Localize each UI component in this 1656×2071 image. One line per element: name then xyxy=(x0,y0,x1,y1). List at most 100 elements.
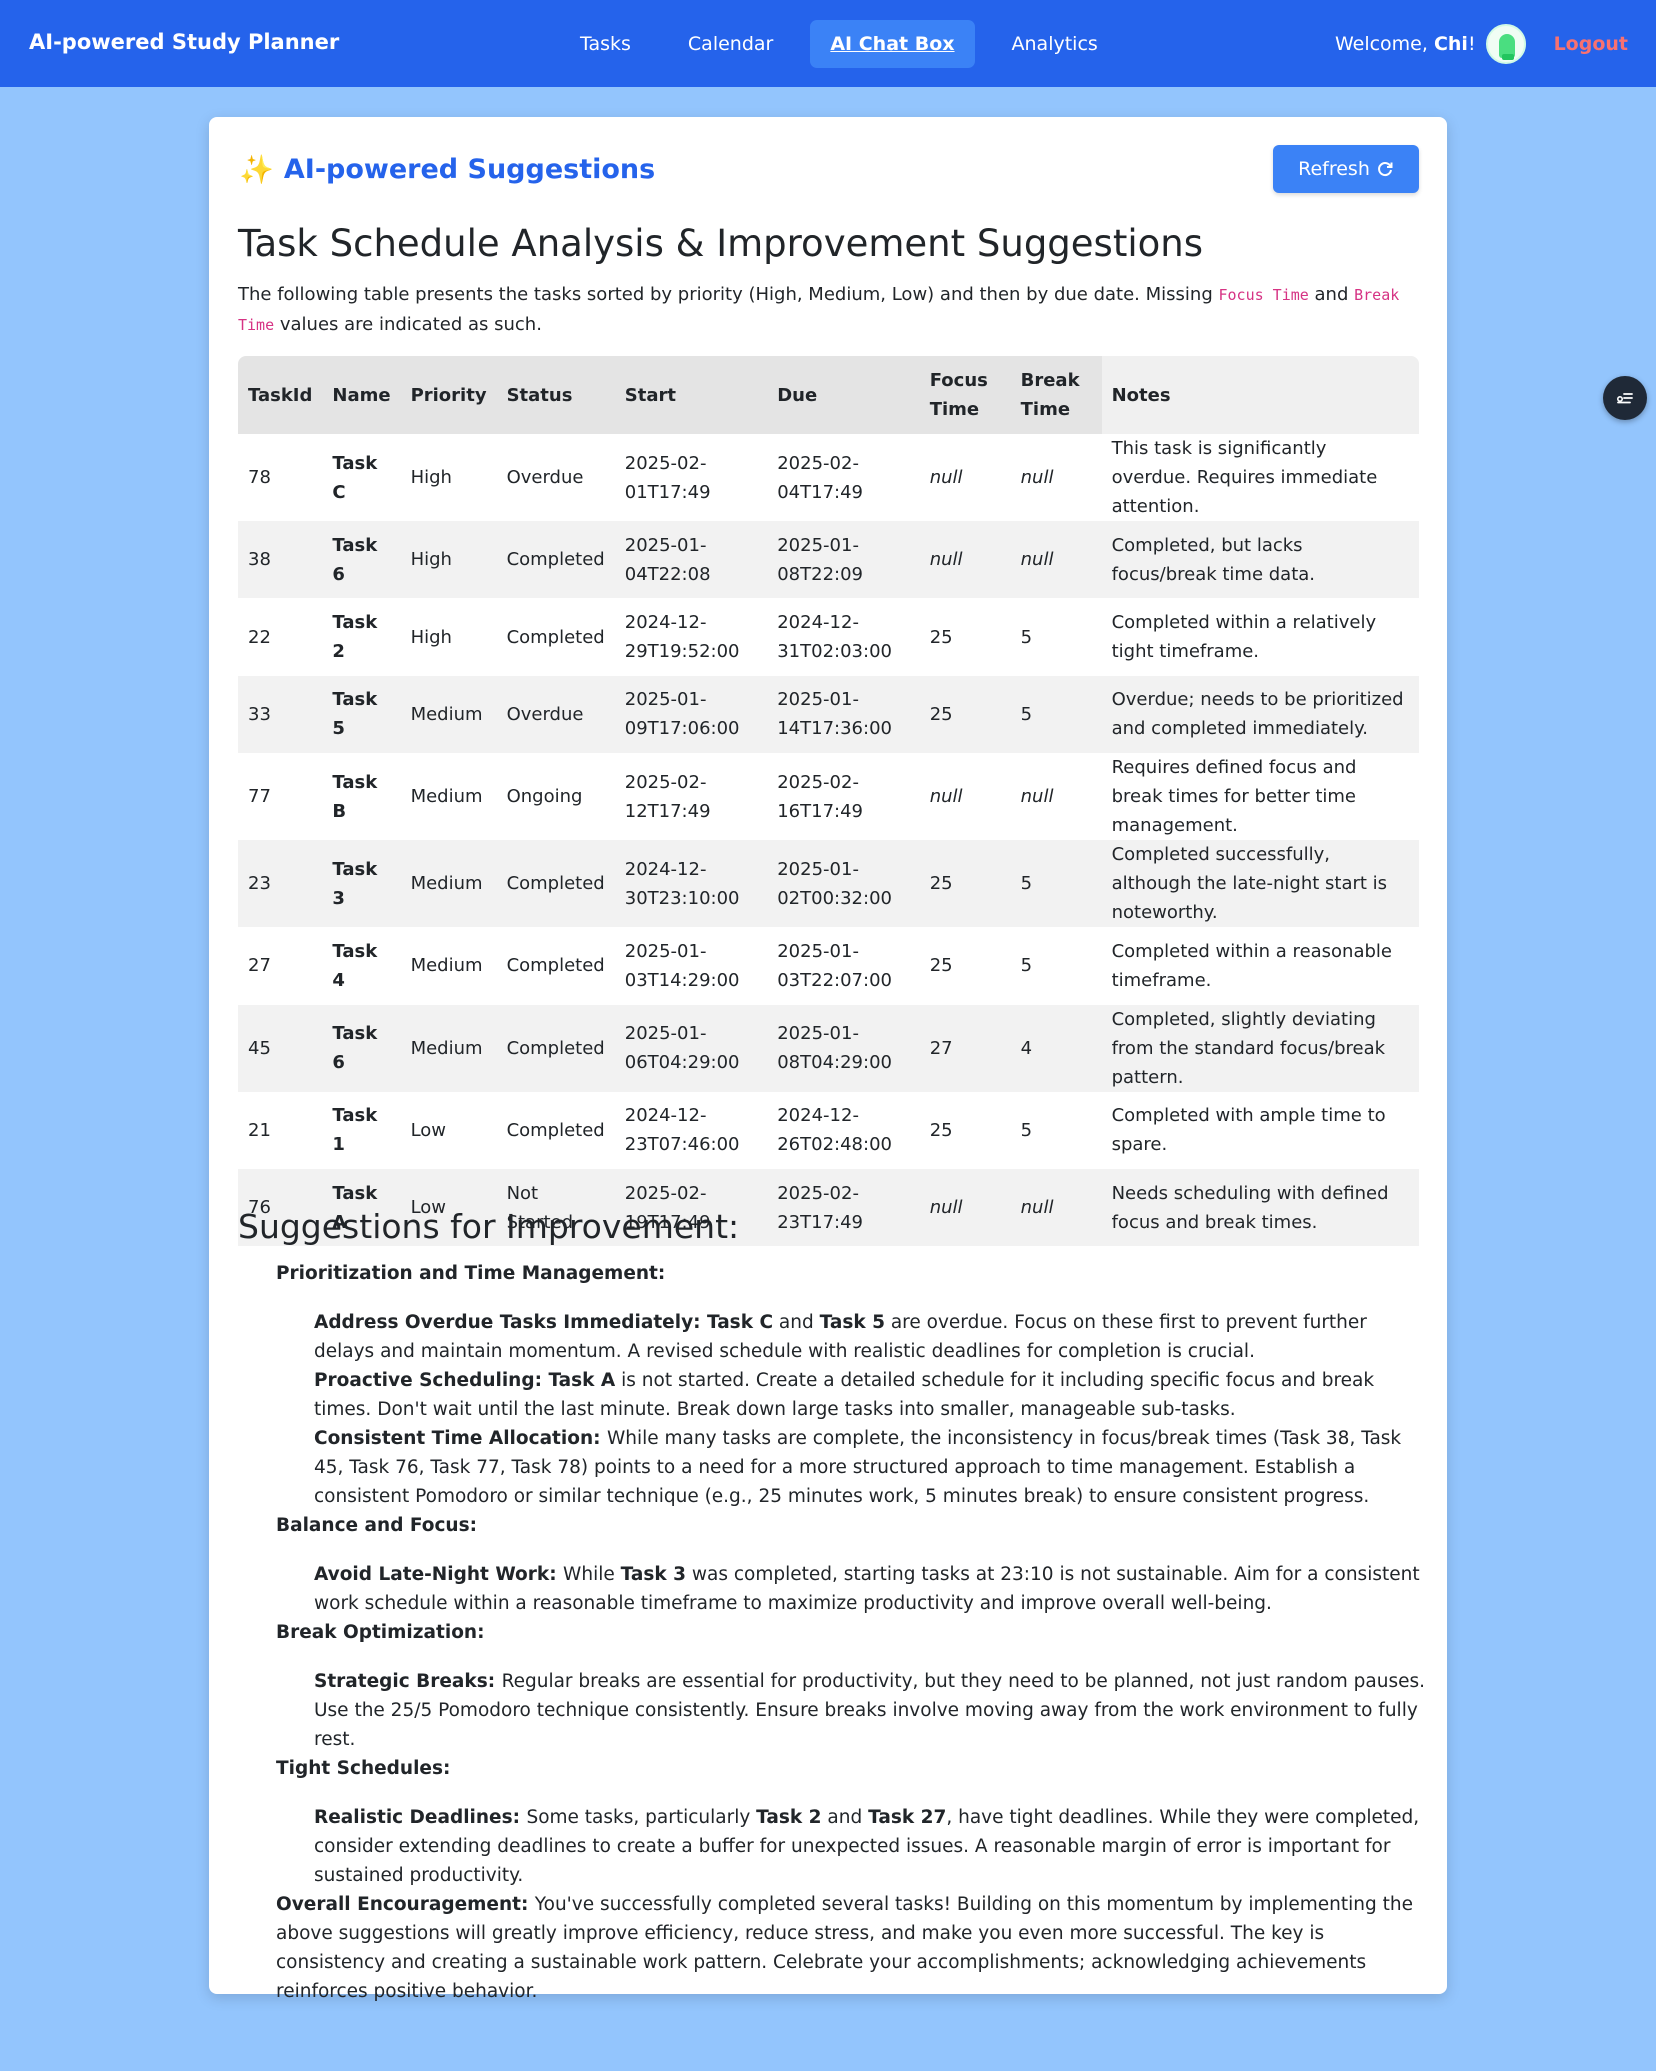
cell-name: Task 4 xyxy=(332,940,378,991)
bold-text: Task 27 xyxy=(868,1807,947,1828)
column-header-focus-time: Focus Time xyxy=(919,356,1011,434)
sparkles-icon: ✨ xyxy=(239,153,274,186)
column-header-start: Start xyxy=(614,356,768,434)
cell-focus: null xyxy=(929,786,963,808)
floating-menu-button[interactable] xyxy=(1603,376,1647,420)
cell-notes: Completed within a reasonable timeframe. xyxy=(1111,940,1392,991)
cell-name: Task 2 xyxy=(332,612,378,663)
intro-text-3: values are indicated as such. xyxy=(274,314,542,335)
cell-break: 5 xyxy=(1010,675,1102,754)
bold-text: Task 2 xyxy=(756,1807,822,1828)
bold-text: Address Overdue Tasks Immediately: xyxy=(314,1312,707,1333)
cell-start: 2025-01-04T22:08 xyxy=(614,521,768,599)
cell-status: Overdue xyxy=(506,467,584,488)
cell-notes: Completed, but lacks focus/break time da… xyxy=(1101,521,1419,599)
cell-priority: Medium xyxy=(410,955,483,977)
cell-name: Task 6 xyxy=(322,521,401,599)
cell-break: 5 xyxy=(1020,1119,1033,1141)
bold-text: Avoid Late-Night Work: xyxy=(314,1564,564,1585)
suggestion-item: Realistic Deadlines: Some tasks, particu… xyxy=(314,1803,1426,1890)
bold-text: Strategic Breaks: xyxy=(314,1671,502,1692)
cell-notes: This task is significantly overdue. Requ… xyxy=(1111,438,1378,517)
suggestion-section-title: Balance and Focus: xyxy=(276,1515,478,1536)
refresh-button[interactable]: Refresh xyxy=(1273,145,1419,193)
cell-id: 23 xyxy=(238,840,323,928)
user-name: Chi xyxy=(1433,33,1468,55)
suggestion-section-title: Break Optimization: xyxy=(276,1622,485,1643)
cell-due: 2024-12-26T02:48:00 xyxy=(777,1105,892,1156)
cell-id: 77 xyxy=(248,786,271,808)
cell-priority: High xyxy=(410,626,452,648)
nav-link-ai-chat-box[interactable]: AI Chat Box xyxy=(810,20,975,68)
cell-start: 2025-01-03T14:29:00 xyxy=(624,940,740,991)
cell-due: 2025-01-08T22:09 xyxy=(767,521,920,599)
suggestion-section-title: Prioritization and Time Management: xyxy=(276,1263,666,1284)
suggestions-list: Prioritization and Time Management: Addre… xyxy=(276,1259,1426,2006)
cell-status: Completed xyxy=(506,626,605,648)
text-run: Some tasks, particularly xyxy=(526,1807,757,1828)
suggestions-heading: Suggestions for Improvement: xyxy=(238,1207,740,1246)
cell-notes: Completed within a relatively tight time… xyxy=(1111,612,1377,663)
cell-break: 5 xyxy=(1010,840,1102,928)
logout-link[interactable]: Logout xyxy=(1554,33,1628,55)
cell-id: 38 xyxy=(238,521,323,599)
suggestions-card: ✨ AI-powered Suggestions Refresh Task Sc… xyxy=(209,117,1447,2002)
column-header-break-time: Break Time xyxy=(1010,356,1102,434)
cell-start: 2025-01-06T04:29:00 xyxy=(614,1004,768,1092)
cell-notes: Completed successfully, although the lat… xyxy=(1101,840,1419,928)
bold-text: Overall Encouragement: xyxy=(276,1894,535,1915)
cell-start: 2025-01-09T17:06:00 xyxy=(614,675,768,754)
avatar[interactable] xyxy=(1485,24,1526,64)
cell-status: Completed xyxy=(496,1004,615,1092)
cell-status: Completed xyxy=(496,521,615,599)
column-header-notes: Notes xyxy=(1101,356,1419,434)
top-navbar: AI-powered Study Planner Tasks Calendar AI… xyxy=(0,0,1656,87)
cell-status: Completed xyxy=(506,955,605,977)
cell-focus: 25 xyxy=(919,675,1011,754)
intro-text-2: and xyxy=(1308,284,1355,305)
intro-text-1: The following table presents the tasks s… xyxy=(238,284,1219,305)
cell-start: 2024-12-23T07:46:00 xyxy=(624,1105,740,1156)
cell-due: 2025-01-03T22:07:00 xyxy=(777,940,892,991)
cell-name: Task 1 xyxy=(332,1105,378,1156)
table-row: 23 Task 3 Medium Completed 2024-12-30T23:10:… xyxy=(238,840,1419,928)
cell-notes: Requires defined focus and break times f… xyxy=(1111,757,1357,837)
refresh-label: Refresh xyxy=(1298,158,1370,180)
cell-name: Task 5 xyxy=(322,675,401,754)
suggestion-section-list: Address Overdue Tasks Immediately: Task … xyxy=(314,1308,1426,1511)
cell-break: null xyxy=(1010,521,1102,599)
cell-break: 4 xyxy=(1010,1004,1102,1092)
cell-break: 5 xyxy=(1020,955,1033,977)
nav-links: Tasks Calendar AI Chat Box Analytics xyxy=(560,20,1135,68)
text-run: and xyxy=(773,1312,820,1333)
table-row: 78 Task C High Overdue 2025-02-01T17:49 2025-… xyxy=(238,434,1419,521)
cell-focus: 25 xyxy=(929,626,953,648)
table-row: 77 Task B Medium Ongoing 2025-02-12T17:49 202… xyxy=(238,753,1419,840)
table-row: 22 Task 2 High Completed 2024-12-29T19:52:00… xyxy=(238,598,1419,675)
cell-break: null xyxy=(1020,786,1054,808)
user-area: Welcome, Chi! Logout xyxy=(1335,24,1628,64)
table-row: 38 Task 6 High Completed 2025-01-04T22:08 202… xyxy=(238,521,1419,599)
welcome-text: Welcome, Chi! xyxy=(1335,33,1476,55)
bold-text: Realistic Deadlines: xyxy=(314,1807,527,1828)
cell-name: Task C xyxy=(332,452,378,503)
cell-priority: Medium xyxy=(400,1004,497,1092)
cell-id: 21 xyxy=(248,1119,271,1141)
nav-link-calendar[interactable]: Calendar xyxy=(668,20,793,68)
cell-due: 2024-12-31T02:03:00 xyxy=(777,612,892,663)
app-brand[interactable]: AI-powered Study Planner xyxy=(29,30,339,54)
cell-start: 2025-02-12T17:49 xyxy=(624,771,711,822)
cell-priority: Medium xyxy=(400,675,497,754)
cell-name: Task B xyxy=(332,771,378,822)
nav-link-analytics[interactable]: Analytics xyxy=(992,20,1118,68)
cell-notes: Completed, slightly deviating from the s… xyxy=(1101,1004,1419,1092)
list-filter-icon xyxy=(1616,393,1633,404)
suggestion-section-list: Avoid Late-Night Work: While Task 3 was … xyxy=(314,1560,1426,1618)
card-title: AI-powered Suggestions xyxy=(283,154,656,185)
cell-id: 33 xyxy=(238,675,323,754)
cell-start: 2025-02-01T17:49 xyxy=(624,452,711,503)
nav-link-tasks[interactable]: Tasks xyxy=(560,20,651,68)
suggestion-item: Avoid Late-Night Work: While Task 3 was … xyxy=(314,1560,1426,1618)
cell-priority: Medium xyxy=(400,840,497,928)
cell-break: null xyxy=(1010,1168,1102,1247)
